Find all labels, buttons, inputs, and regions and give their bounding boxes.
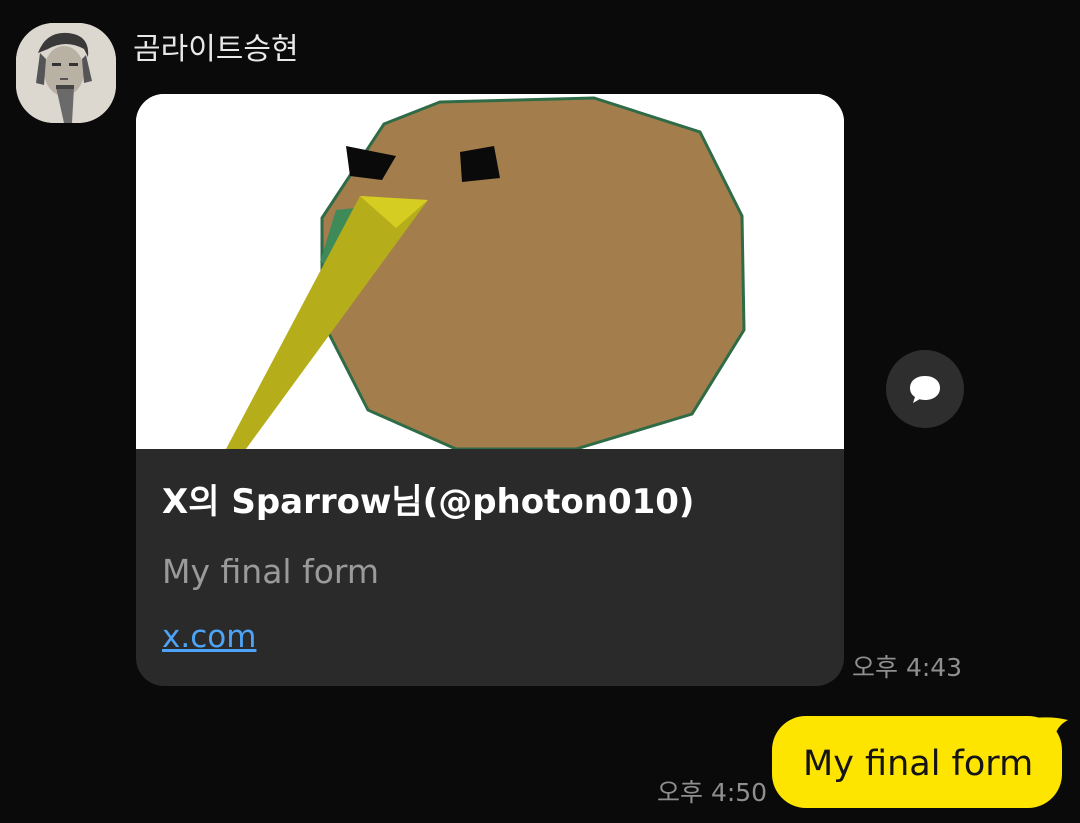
share-button[interactable]	[886, 350, 964, 428]
sent-message[interactable]: My final form	[772, 714, 1072, 810]
chat-bubble-icon	[910, 376, 940, 403]
link-description: My final form	[162, 552, 380, 591]
sent-message-bubble[interactable]: My final form	[772, 716, 1062, 808]
link-url[interactable]: x.com	[162, 617, 256, 657]
link-preview-image	[136, 94, 844, 449]
chat-room: 곰라이트승현 X의 Sparrow님(@photon010) My final …	[0, 0, 1080, 823]
sender-name: 곰라이트승현	[133, 32, 299, 67]
profile-photo-icon	[16, 23, 116, 123]
sender-avatar[interactable]	[16, 23, 116, 123]
link-preview-card[interactable]: X의 Sparrow님(@photon010) My final form x.…	[136, 94, 844, 686]
kiwi-bird-illustration-icon	[136, 94, 844, 449]
sent-message-text: My final form	[803, 744, 1034, 784]
received-message-time: 오후 4:43	[852, 653, 963, 682]
link-title: X의 Sparrow님(@photon010)	[162, 482, 695, 522]
sent-message-time: 오후 4:50	[657, 778, 768, 807]
